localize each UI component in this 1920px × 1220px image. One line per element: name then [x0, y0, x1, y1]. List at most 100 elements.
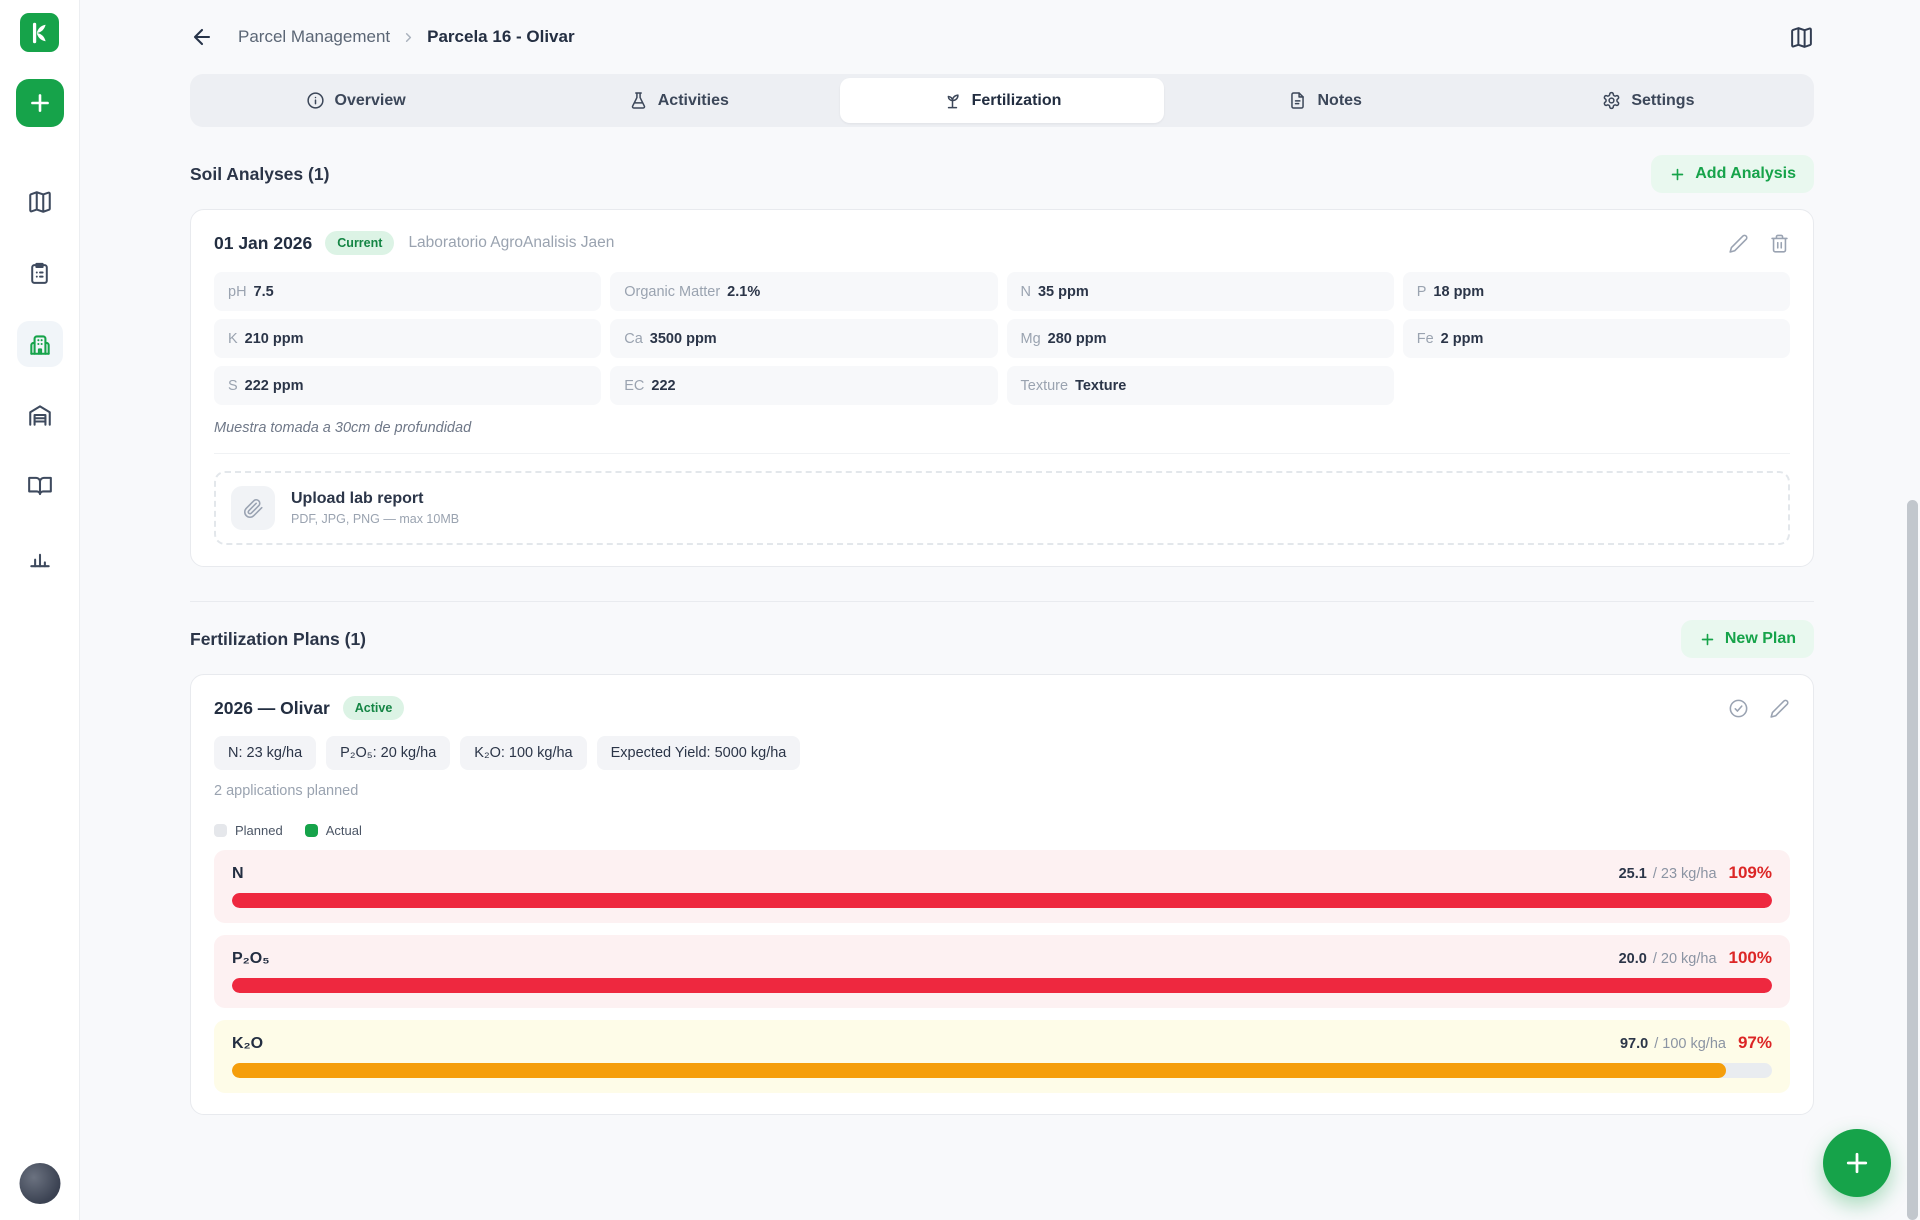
tab-notes[interactable]: Notes [1164, 78, 1487, 123]
progress-fill [232, 978, 1772, 993]
plans-section-header: Fertilization Plans (1) New Plan [190, 620, 1814, 658]
quick-add-fab[interactable] [1823, 1129, 1891, 1197]
add-analysis-label: Add Analysis [1695, 165, 1796, 183]
progress-track [232, 1063, 1772, 1078]
map-icon [27, 189, 53, 215]
upload-lab-report-dropzone[interactable]: Upload lab report PDF, JPG, PNG — max 10… [214, 471, 1790, 545]
legend-planned: Planned [214, 823, 283, 838]
analysis-card-header: 01 Jan 2026 Current Laboratorio AgroAnal… [214, 231, 1790, 255]
back-button[interactable] [190, 25, 214, 49]
soil-value-fe: Fe2 ppm [1403, 319, 1790, 358]
progress-row-k2o: K₂O 97.0 / 100 kg/ha 97% [214, 1020, 1790, 1093]
tab-label: Notes [1317, 92, 1361, 110]
soil-section-header: Soil Analyses (1) Add Analysis [190, 155, 1814, 193]
breadcrumb-current: Parcela 16 - Olivar [427, 27, 574, 47]
plan-card-header: 2026 — Olivar Active [214, 696, 1790, 720]
bar-label: K₂O [232, 1035, 263, 1053]
tab-bar: Overview Activities Fertilization Notes … [190, 74, 1814, 127]
file-text-icon [1288, 91, 1307, 110]
tab-label: Overview [335, 92, 406, 110]
chip-p2o5: P₂O₅: 20 kg/ha [326, 736, 450, 770]
current-badge: Current [325, 231, 394, 255]
bar-target-value: / 100 kg/ha [1654, 1036, 1726, 1052]
divider [214, 453, 1790, 454]
bar-label: N [232, 865, 244, 883]
active-badge: Active [343, 696, 405, 720]
actual-swatch [305, 824, 318, 837]
soil-value-n: N35 ppm [1007, 272, 1394, 311]
soil-value-mg: Mg280 ppm [1007, 319, 1394, 358]
new-plan-button[interactable]: New Plan [1681, 620, 1814, 658]
breadcrumb-parent[interactable]: Parcel Management [238, 27, 390, 47]
edit-analysis-button[interactable] [1728, 233, 1749, 254]
progress-fill [232, 1063, 1726, 1078]
soil-value-s: S222 ppm [214, 366, 601, 405]
plan-nutrient-chips: N: 23 kg/ha P₂O₅: 20 kg/ha K₂O: 100 kg/h… [214, 736, 1790, 770]
sidebar-item-library[interactable] [17, 463, 63, 509]
soil-analysis-card: 01 Jan 2026 Current Laboratorio AgroAnal… [190, 209, 1814, 567]
trash-icon [1769, 233, 1790, 254]
open-map-button[interactable] [1789, 25, 1814, 50]
plans-section-title: Fertilization Plans (1) [190, 629, 366, 650]
progress-row-n: N 25.1 / 23 kg/ha 109% [214, 850, 1790, 923]
warehouse-icon [27, 402, 53, 428]
soil-value-k: K210 ppm [214, 319, 601, 358]
progress-row-p2o5: P₂O₅ 20.0 / 20 kg/ha 100% [214, 935, 1790, 1008]
section-divider [190, 601, 1814, 602]
tab-activities[interactable]: Activities [517, 78, 840, 123]
bar-percent: 100% [1729, 948, 1772, 968]
plus-icon [1669, 166, 1686, 183]
plus-icon [1699, 631, 1716, 648]
chip-k2o: K₂O: 100 kg/ha [460, 736, 586, 770]
bar-actual-value: 25.1 [1619, 866, 1647, 882]
info-icon [306, 91, 325, 110]
chip-expected-yield: Expected Yield: 5000 kg/ha [597, 736, 801, 770]
check-circle-icon [1728, 698, 1749, 719]
soil-values-grid: pH7.5 Organic Matter2.1% N35 ppm P18 ppm… [214, 272, 1790, 405]
upload-title: Upload lab report [291, 490, 459, 508]
clipboard-list-icon [27, 261, 52, 286]
tab-label: Settings [1631, 92, 1694, 110]
progress-track [232, 893, 1772, 908]
scrollbar [1907, 0, 1918, 1220]
scrollbar-thumb[interactable] [1907, 500, 1918, 1220]
topbar: Parcel Management Parcela 16 - Olivar [190, 0, 1814, 74]
soil-value-organic-matter: Organic Matter2.1% [610, 272, 997, 311]
new-plan-label: New Plan [1725, 630, 1796, 648]
soil-value-ph: pH7.5 [214, 272, 601, 311]
bar-target-value: / 23 kg/ha [1653, 866, 1717, 882]
soil-value-ca: Ca3500 ppm [610, 319, 997, 358]
create-new-button[interactable] [16, 79, 64, 127]
chip-n: N: 23 kg/ha [214, 736, 316, 770]
tab-overview[interactable]: Overview [194, 78, 517, 123]
chevron-right-icon [401, 30, 416, 45]
sidebar-item-warehouse[interactable] [17, 392, 63, 438]
tab-settings[interactable]: Settings [1487, 78, 1810, 123]
sidebar-item-analytics[interactable] [17, 534, 63, 580]
tab-fertilization[interactable]: Fertilization [840, 78, 1163, 123]
edit-plan-button[interactable] [1769, 698, 1790, 719]
add-analysis-button[interactable]: Add Analysis [1651, 155, 1814, 193]
user-avatar[interactable] [19, 1163, 60, 1204]
pencil-icon [1728, 233, 1749, 254]
plus-icon [1842, 1148, 1872, 1178]
analysis-date: 01 Jan 2026 [214, 233, 312, 254]
tab-label: Activities [658, 92, 729, 110]
sidebar-item-map[interactable] [17, 179, 63, 225]
legend-actual: Actual [305, 823, 362, 838]
progress-fill [232, 893, 1772, 908]
planned-swatch [214, 824, 227, 837]
delete-analysis-button[interactable] [1769, 233, 1790, 254]
plus-icon [27, 90, 53, 116]
app-logo[interactable] [20, 13, 59, 52]
sidebar-nav [17, 179, 63, 580]
tab-label: Fertilization [972, 92, 1062, 110]
soil-value-texture: TextureTexture [1007, 366, 1394, 405]
book-open-icon [27, 473, 53, 499]
sprout-icon [943, 91, 962, 110]
complete-plan-button[interactable] [1728, 698, 1749, 719]
bar-target-value: / 20 kg/ha [1653, 951, 1717, 967]
sidebar-item-parcels[interactable] [17, 321, 63, 367]
sidebar-item-tasks[interactable] [17, 250, 63, 296]
bar-actual-value: 97.0 [1620, 1036, 1648, 1052]
